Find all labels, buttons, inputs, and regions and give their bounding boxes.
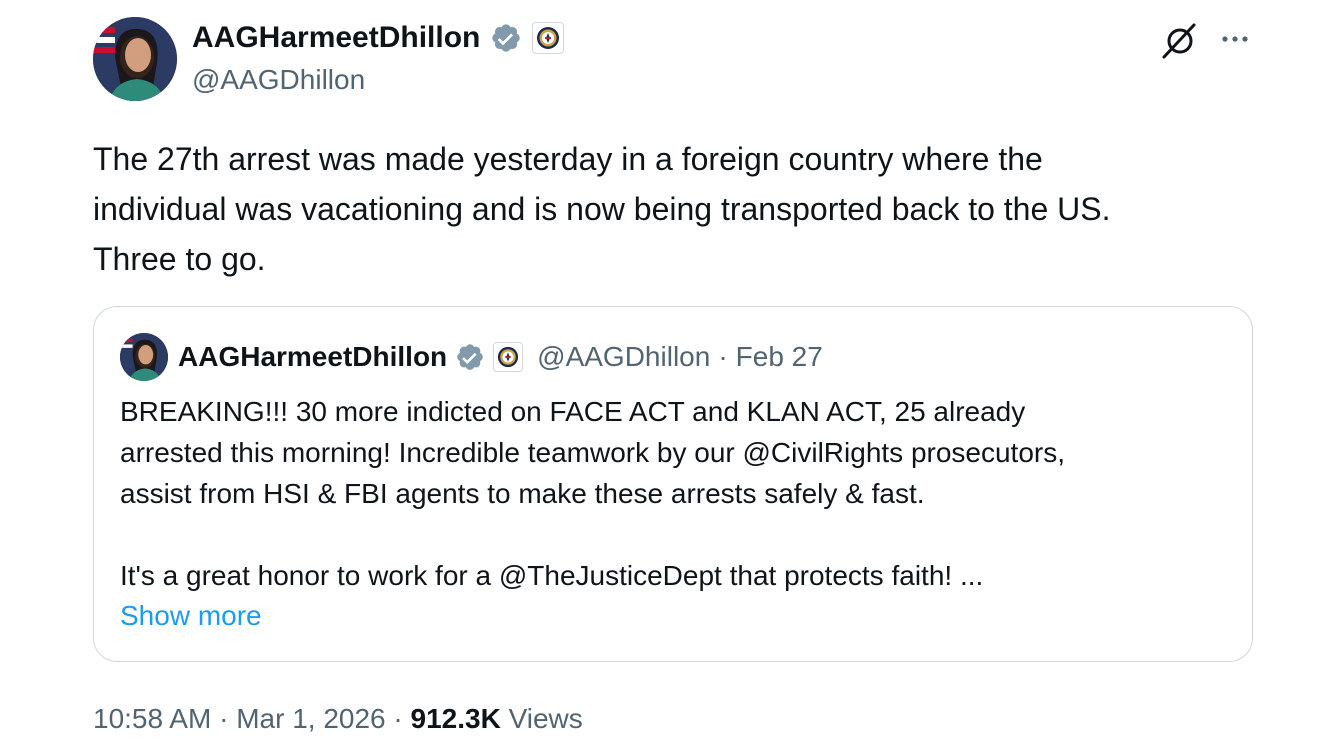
author-avatar[interactable] <box>93 17 177 101</box>
views-label: Views <box>508 703 583 734</box>
author-handle[interactable]: @AAGDhillon <box>192 63 365 97</box>
quoted-tweet-date[interactable]: Feb 27 <box>736 339 823 375</box>
quoted-verified-badge-icon[interactable] <box>455 342 485 372</box>
footer-separator: · <box>393 703 403 734</box>
author-display-name[interactable]: AAGHarmeetDhillon <box>192 20 480 56</box>
quoted-doj-seal-icon[interactable] <box>493 342 524 372</box>
views-count: 912.3K <box>410 703 501 734</box>
author-name-row: AAGHarmeetDhillon <box>192 20 565 56</box>
grok-icon[interactable] <box>1160 20 1200 60</box>
more-options-icon[interactable] <box>1218 22 1252 56</box>
show-more-link[interactable]: Show more <box>120 596 262 636</box>
verified-badge-icon[interactable] <box>490 22 522 54</box>
tweet-text: The 27th arrest was made yesterday in a … <box>93 141 1111 277</box>
quoted-separator: · <box>718 341 728 372</box>
quoted-author-handle[interactable]: @AAGDhillon <box>537 339 710 375</box>
tweet-date[interactable]: Mar 1, 2026 <box>236 703 385 734</box>
tweet-footer: 10:58 AM · Mar 1, 2026 · 912.3K Views <box>93 699 583 739</box>
doj-seal-icon[interactable] <box>532 22 565 54</box>
tweet-time[interactable]: 10:58 AM <box>93 703 211 734</box>
quoted-author-name[interactable]: AAGHarmeetDhillon <box>178 339 447 375</box>
footer-separator: · <box>219 703 229 734</box>
quoted-tweet-text: BREAKING!!! 30 more indicted on FACE ACT… <box>120 396 1066 591</box>
quoted-author-avatar[interactable] <box>120 333 168 381</box>
quoted-tweet-header: AAGHarmeetDhillon @AAGDhillon · Feb 27 <box>178 339 823 375</box>
